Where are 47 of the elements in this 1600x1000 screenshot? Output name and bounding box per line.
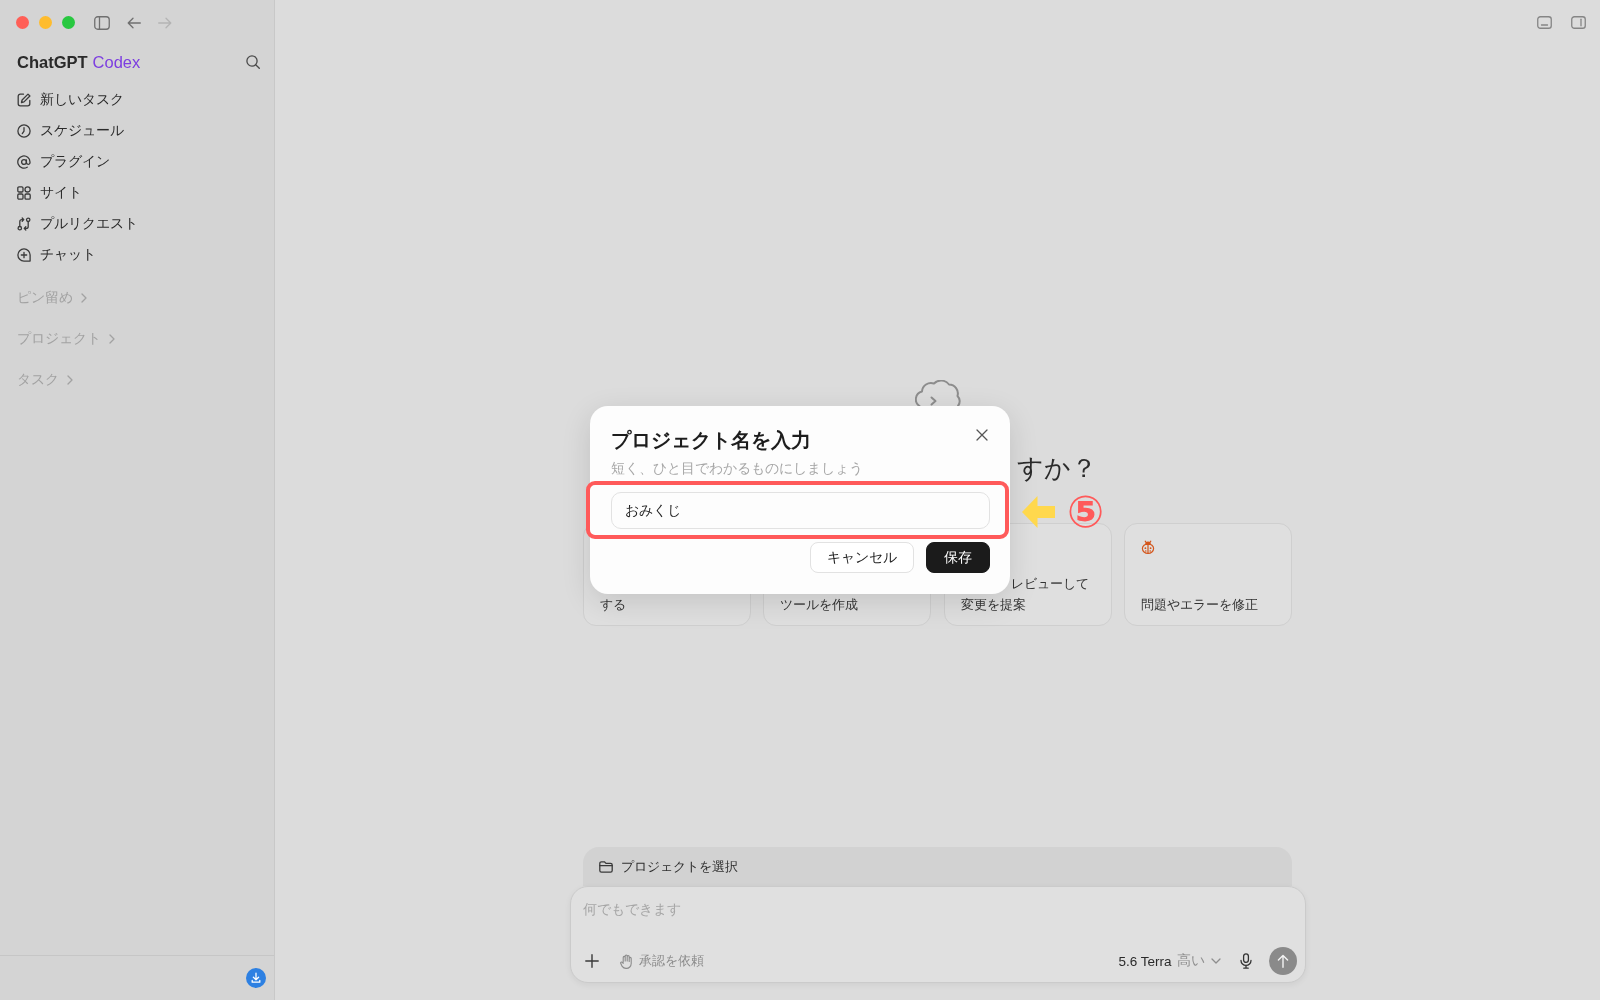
chevron-down-icon (1210, 958, 1221, 964)
search-icon[interactable] (246, 55, 260, 69)
message-composer[interactable]: 何でもできます 承認を依頼 5.6 Terra 高い (569, 886, 1306, 983)
right-panel-icon[interactable] (1571, 16, 1586, 29)
close-icon[interactable] (976, 429, 988, 441)
sidebar-item[interactable]: スケジュール (8, 115, 266, 146)
project-name-input[interactable]: おみくじ (611, 492, 990, 529)
card-text: 問題やエラーを修正 (1141, 595, 1259, 614)
app-title: ChatGPT Codex (17, 52, 141, 72)
bug-icon (1141, 540, 1156, 554)
pencil-square-icon (17, 92, 31, 107)
left-arrow-icon (1022, 496, 1055, 528)
at-sign-icon (17, 154, 31, 169)
chat-plus-icon (17, 247, 31, 262)
card-text: 変更を提案 (960, 595, 1026, 614)
suggestion-card[interactable]: 問題やエラーを修正 (1124, 523, 1292, 626)
folder-icon (599, 860, 613, 873)
window-close-icon[interactable] (16, 16, 29, 29)
microphone-icon[interactable] (1239, 953, 1252, 969)
clock-icon (17, 123, 31, 138)
sidebar-item[interactable]: サイト (8, 177, 266, 208)
card-text: ツールを作成 (780, 595, 859, 614)
download-icon[interactable] (246, 968, 266, 988)
back-arrow-icon[interactable] (127, 16, 141, 29)
grid-icon (17, 185, 31, 200)
cloud-logo-icon (914, 380, 961, 406)
sidebar-item[interactable]: プルリクエスト (8, 208, 266, 239)
sidebar-toggle-icon[interactable] (94, 15, 110, 30)
cancel-button[interactable]: キャンセル (810, 542, 914, 573)
model-selector[interactable]: 5.6 Terra 高い (1118, 952, 1221, 970)
project-picker-button[interactable]: プロジェクトを選択 (583, 847, 1292, 886)
bottom-panel-icon[interactable] (1537, 16, 1552, 29)
dialog-subtitle: 短く、ひと目でわかるものにしましょう (611, 459, 864, 478)
arrow-up-icon (1276, 954, 1289, 968)
sidebar-item[interactable]: チャット (8, 239, 266, 270)
save-button[interactable]: 保存 (926, 542, 990, 573)
message-input[interactable]: 何でもできます (582, 899, 1297, 947)
hand-icon (619, 953, 633, 969)
sidebar-item[interactable]: プラグイン (8, 146, 266, 177)
card-text: レビューして (1010, 575, 1089, 593)
send-button[interactable] (1268, 947, 1297, 975)
card-text: する (600, 595, 626, 614)
pull-request-icon (17, 216, 31, 231)
heading: すか？ (1017, 452, 1097, 485)
sidebar-item[interactable]: 新しいタスク (8, 84, 266, 115)
dialog-title: プロジェクト名を入力 (611, 428, 811, 453)
plus-icon[interactable] (584, 954, 599, 968)
